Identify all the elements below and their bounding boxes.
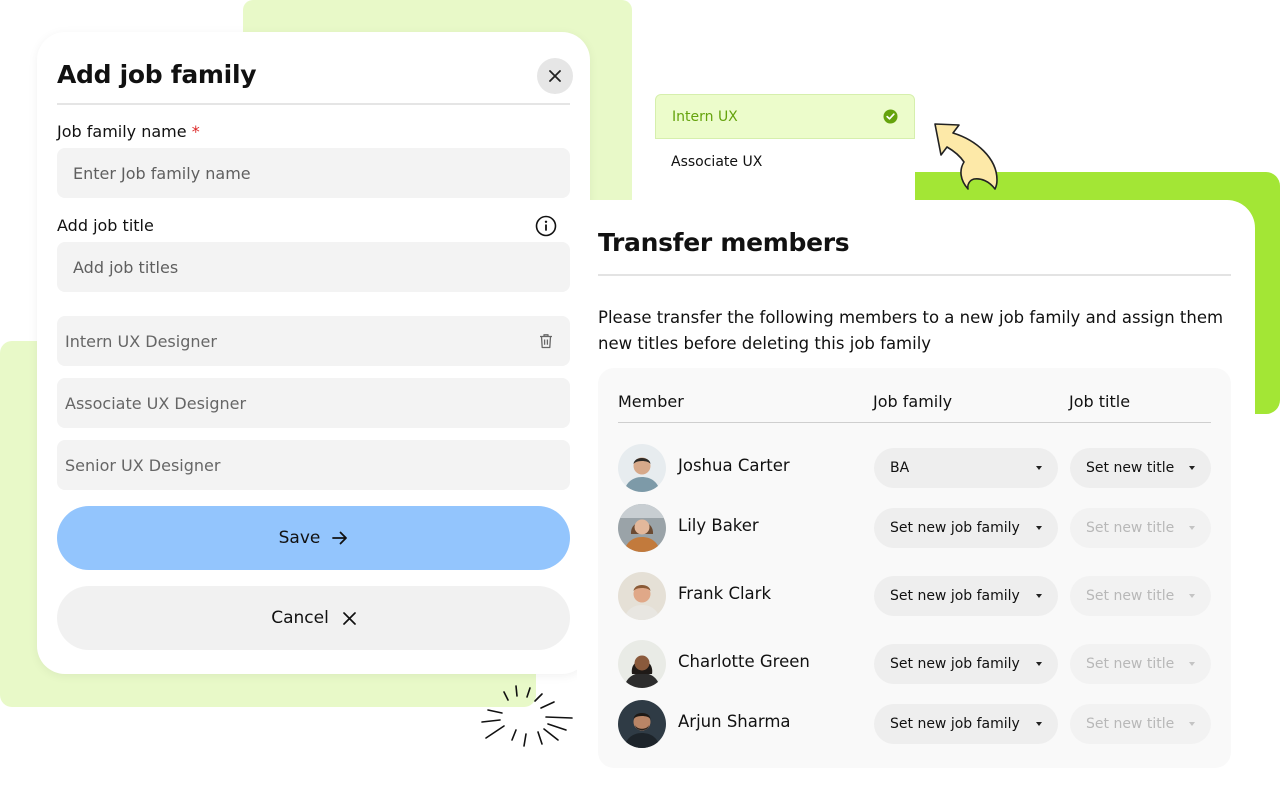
close-button[interactable] [537,58,573,94]
job-title-select: Set new title [1070,644,1211,684]
caret-down-icon [1189,466,1195,470]
table-row: Frank Clark Set new job family Set new t… [618,572,1211,620]
avatar [618,444,666,492]
member-name: Charlotte Green [678,652,810,671]
caret-down-icon [1189,662,1195,666]
caret-down-icon [1036,594,1042,598]
caret-down-icon [1036,526,1042,530]
job-title-item-label: Senior UX Designer [65,455,221,475]
caret-down-icon [1189,594,1195,598]
required-marker: * [191,122,200,141]
job-family-select[interactable]: BA [874,448,1058,488]
job-title-item[interactable]: Intern UX Designer [57,316,570,366]
info-icon[interactable] [535,215,557,237]
job-title-select: Set new title [1070,704,1211,744]
save-button-label: Save [278,528,321,548]
modal-title: Add job family [57,60,257,89]
job-title-item[interactable]: Associate UX Designer [57,378,570,428]
job-title-select[interactable]: Set new title [1070,448,1211,488]
job-title-select-value: Set new title [1086,460,1175,476]
job-title-select: Set new title [1070,508,1211,548]
table-row: Arjun Sharma Set new job family Set new … [618,700,1211,748]
avatar [618,640,666,688]
add-job-title-input[interactable]: Add job titles [57,242,570,292]
check-circle-icon [883,109,898,124]
avatar [618,700,666,748]
dropdown-option-intern-ux[interactable]: Intern UX [655,94,915,139]
curved-arrow-illustration [934,123,998,190]
card-divider [598,274,1231,276]
job-title-select-value: Set new title [1086,588,1175,604]
trash-icon[interactable] [539,333,553,349]
job-title-item-label: Intern UX Designer [65,331,217,351]
transfer-members-card: Transfer members Please transfer the fol… [577,200,1255,801]
column-header-member: Member [618,392,684,411]
caret-down-icon [1189,526,1195,530]
cancel-button[interactable]: Cancel [57,586,570,650]
burst-doodle-illustration [481,685,573,747]
job-family-name-label: Job family name * [57,122,200,141]
job-title-dropdown-list: Intern UX Associate UX [655,94,915,184]
add-job-family-modal: Add job family Job family name * Enter J… [37,32,590,674]
dropdown-option-label: Associate UX [671,153,763,170]
job-family-select-value: Set new job family [890,588,1020,604]
add-job-title-placeholder: Add job titles [73,257,179,277]
job-family-select[interactable]: Set new job family [874,704,1058,744]
save-button[interactable]: Save [57,506,570,570]
add-job-title-label: Add job title [57,216,154,235]
avatar [618,572,666,620]
cancel-button-label: Cancel [271,608,329,628]
column-header-job-family: Job family [873,392,953,411]
table-row: Lily Baker Set new job family Set new ti… [618,504,1211,552]
member-name: Frank Clark [678,584,771,603]
job-title-select-value: Set new title [1086,656,1175,672]
transfer-members-description: Please transfer the following members to… [598,308,1224,353]
job-family-name-input[interactable]: Enter Job family name [57,148,570,198]
job-family-select[interactable]: Set new job family [874,508,1058,548]
job-family-select-value: BA [890,460,910,476]
job-title-item[interactable]: Senior UX Designer [57,440,570,490]
table-header-divider [618,422,1211,423]
job-family-select-value: Set new job family [890,656,1020,672]
job-title-item-label: Associate UX Designer [65,393,247,413]
member-name: Arjun Sharma [678,712,791,731]
caret-down-icon [1036,466,1042,470]
table-row: Charlotte Green Set new job family Set n… [618,640,1211,688]
job-family-name-placeholder: Enter Job family name [73,163,251,183]
transfer-members-title: Transfer members [598,228,850,257]
caret-down-icon [1036,662,1042,666]
job-title-select: Set new title [1070,576,1211,616]
table-row: Joshua Carter BA Set new title [618,444,1211,492]
job-family-select-value: Set new job family [890,716,1020,732]
members-table: Member Job family Job title Joshua Carte… [598,368,1231,768]
member-name: Lily Baker [678,516,759,535]
column-header-job-title: Job title [1069,392,1131,411]
close-icon [549,70,561,82]
job-family-select[interactable]: Set new job family [874,576,1058,616]
member-name: Joshua Carter [678,456,790,475]
modal-divider [57,103,570,105]
dropdown-option-associate-ux[interactable]: Associate UX [655,139,915,184]
avatar [618,504,666,552]
close-icon [342,611,356,625]
job-title-select-value: Set new title [1086,520,1175,536]
dropdown-option-label: Intern UX [672,108,738,125]
caret-down-icon [1189,722,1195,726]
job-family-select[interactable]: Set new job family [874,644,1058,684]
caret-down-icon [1036,722,1042,726]
job-family-select-value: Set new job family [890,520,1020,536]
job-title-select-value: Set new title [1086,716,1175,732]
arrow-right-icon [332,531,348,545]
